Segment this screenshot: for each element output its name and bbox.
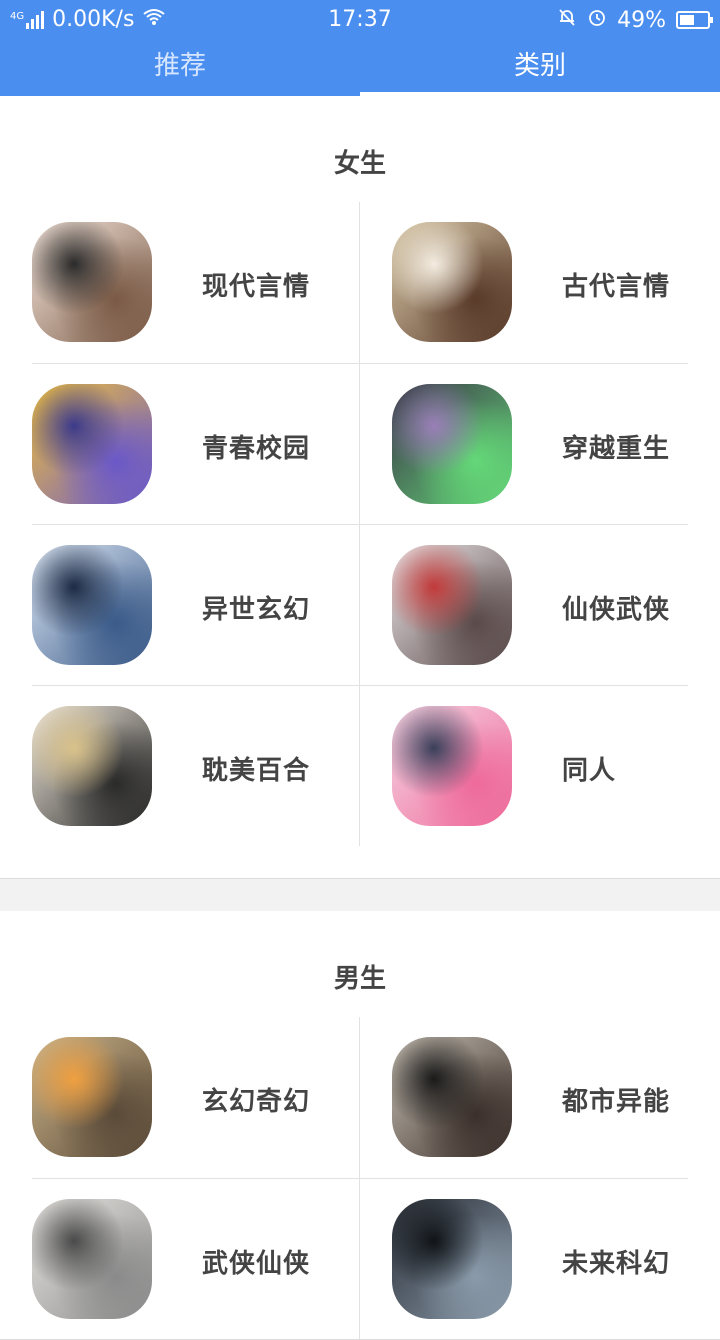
section-gap [0, 879, 720, 911]
category-label: 玄幻奇幻 [202, 1087, 311, 1117]
category-cover-image [32, 222, 152, 342]
category-label: 穿越重生 [562, 434, 671, 464]
category-cover-image [392, 706, 512, 826]
category-cover-image [392, 222, 512, 342]
section-bottom-padding [0, 846, 720, 878]
section-title: 男生 [333, 964, 386, 994]
category-label: 青春校园 [202, 434, 311, 464]
category-content: 女生现代言情 古代言情青春校园 穿越重生异世玄幻 仙侠武侠耽美百合 同人男生玄幻奇幻 都市… [0, 96, 720, 1340]
category-item[interactable]: 古代言情 [360, 202, 688, 363]
category-item[interactable]: 未来科幻 [360, 1178, 688, 1339]
category-item[interactable]: 武侠仙侠 [32, 1178, 360, 1339]
mute-bell-icon [557, 7, 577, 33]
category-label: 武侠仙侠 [202, 1249, 311, 1279]
status-right: 49% [557, 7, 713, 33]
tab-bar: 推荐 类别 [0, 40, 720, 96]
category-label: 都市异能 [562, 1087, 671, 1117]
alarm-icon [587, 7, 607, 33]
tab-recommend[interactable]: 推荐 [0, 40, 360, 96]
category-label: 现代言情 [202, 272, 311, 302]
tab-category[interactable]: 类别 [360, 40, 720, 96]
category-grid: 玄幻奇幻 都市异能武侠仙侠 未来科幻 [0, 1017, 720, 1339]
category-cover-image [32, 1037, 152, 1157]
category-section: 女生现代言情 古代言情青春校园 穿越重生异世玄幻 仙侠武侠耽美百合 同人 [0, 96, 720, 879]
category-cover-image [32, 384, 152, 504]
category-item[interactable]: 玄幻奇幻 [32, 1017, 360, 1178]
category-cover-image [392, 1037, 512, 1157]
category-item[interactable]: 仙侠武侠 [360, 524, 688, 685]
category-cover-image [392, 545, 512, 665]
category-label: 古代言情 [562, 272, 671, 302]
battery-percent: 49% [617, 7, 666, 33]
category-item[interactable]: 都市异能 [360, 1017, 688, 1178]
category-item[interactable]: 异世玄幻 [32, 524, 360, 685]
category-label: 同人 [562, 756, 617, 786]
section-title: 女生 [333, 149, 386, 179]
category-cover-image [32, 545, 152, 665]
category-item[interactable]: 穿越重生 [360, 363, 688, 524]
category-cover-image [392, 1199, 512, 1319]
category-label: 耽美百合 [202, 756, 311, 786]
category-cover-image [32, 706, 152, 826]
battery-icon [676, 11, 713, 29]
category-item[interactable]: 现代言情 [32, 202, 360, 363]
category-label: 异世玄幻 [202, 595, 311, 625]
category-cover-image [32, 1199, 152, 1319]
category-item[interactable]: 同人 [360, 685, 688, 846]
category-label: 未来科幻 [562, 1249, 671, 1279]
category-item[interactable]: 耽美百合 [32, 685, 360, 846]
status-bar: 4G 0.00K/s 17:37 49% [0, 0, 720, 40]
category-item[interactable]: 青春校园 [32, 363, 360, 524]
category-cover-image [392, 384, 512, 504]
category-section: 男生玄幻奇幻 都市异能武侠仙侠 未来科幻 [0, 911, 720, 1340]
category-label: 仙侠武侠 [562, 595, 671, 625]
category-grid: 现代言情 古代言情青春校园 穿越重生异世玄幻 仙侠武侠耽美百合 同人 [0, 202, 720, 846]
